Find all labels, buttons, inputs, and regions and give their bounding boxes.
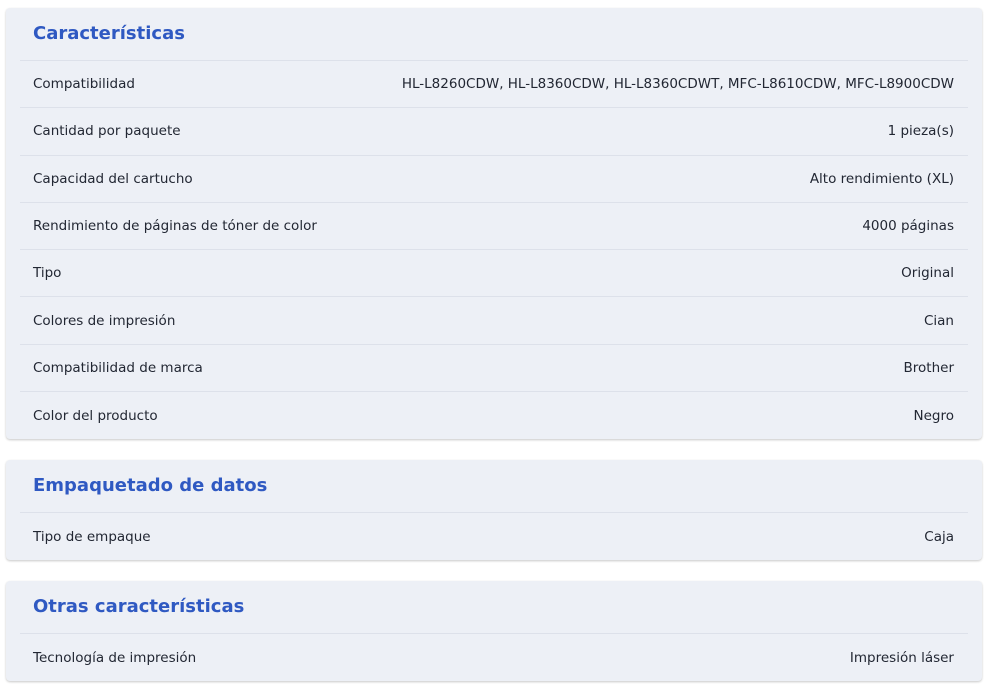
spec-label: Compatibilidad de marca	[33, 359, 203, 376]
spec-label: Compatibilidad	[33, 76, 135, 93]
spec-row-product-color: Color del producto Negro	[20, 392, 968, 439]
packaging-section: Empaquetado de datos Tipo de empaque Caj…	[6, 460, 982, 560]
spec-label: Tecnología de impresión	[33, 649, 197, 666]
spec-label: Color del producto	[33, 407, 158, 424]
spec-value: Original	[901, 265, 954, 282]
spec-label: Colores de impresión	[33, 312, 176, 329]
spec-row-compatibility: Compatibilidad HL-L8260CDW, HL-L8360CDW,…	[20, 61, 968, 109]
spec-row-type: Tipo Original	[20, 250, 968, 298]
spec-list: Tecnología de impresión Impresión láser	[20, 634, 968, 681]
spec-row-quantity: Cantidad por paquete 1 pieza(s)	[20, 108, 968, 156]
section-title: Empaquetado de datos	[33, 475, 268, 496]
spec-row-package-type: Tipo de empaque Caja	[20, 513, 968, 560]
other-features-section: Otras características Tecnología de impr…	[6, 581, 982, 681]
spec-value: Alto rendimiento (XL)	[809, 170, 954, 187]
spec-label: Tipo	[33, 265, 62, 282]
spec-list: Tipo de empaque Caja	[20, 513, 968, 560]
spec-value: Impresión láser	[849, 649, 954, 666]
section-title: Otras características	[33, 596, 245, 617]
spec-value: HL-L8260CDW, HL-L8360CDW, HL-L8360CDWT, …	[401, 76, 954, 93]
spec-value: 4000 páginas	[862, 218, 954, 235]
spec-label: Rendimiento de páginas de tóner de color	[33, 218, 317, 235]
spec-value: Cian	[923, 312, 954, 329]
spec-label: Cantidad por paquete	[33, 123, 181, 140]
spec-row-brand: Compatibilidad de marca Brother	[20, 345, 968, 393]
spec-row-print-colors: Colores de impresión Cian	[20, 297, 968, 345]
spec-value: Caja	[924, 528, 954, 545]
spec-row-print-technology: Tecnología de impresión Impresión láser	[20, 634, 968, 681]
spec-list: Compatibilidad HL-L8260CDW, HL-L8360CDW,…	[20, 61, 968, 439]
spec-label: Capacidad del cartucho	[33, 170, 193, 187]
spec-row-page-yield: Rendimiento de páginas de tóner de color…	[20, 203, 968, 251]
spec-value: Brother	[903, 359, 954, 376]
spec-label: Tipo de empaque	[33, 528, 151, 545]
spec-value: Negro	[913, 407, 955, 424]
features-section: Características Compatibilidad HL-L8260C…	[6, 8, 982, 439]
section-title: Características	[33, 23, 185, 44]
spec-row-capacity: Capacidad del cartucho Alto rendimiento …	[20, 156, 968, 203]
spec-value: 1 pieza(s)	[887, 123, 954, 140]
